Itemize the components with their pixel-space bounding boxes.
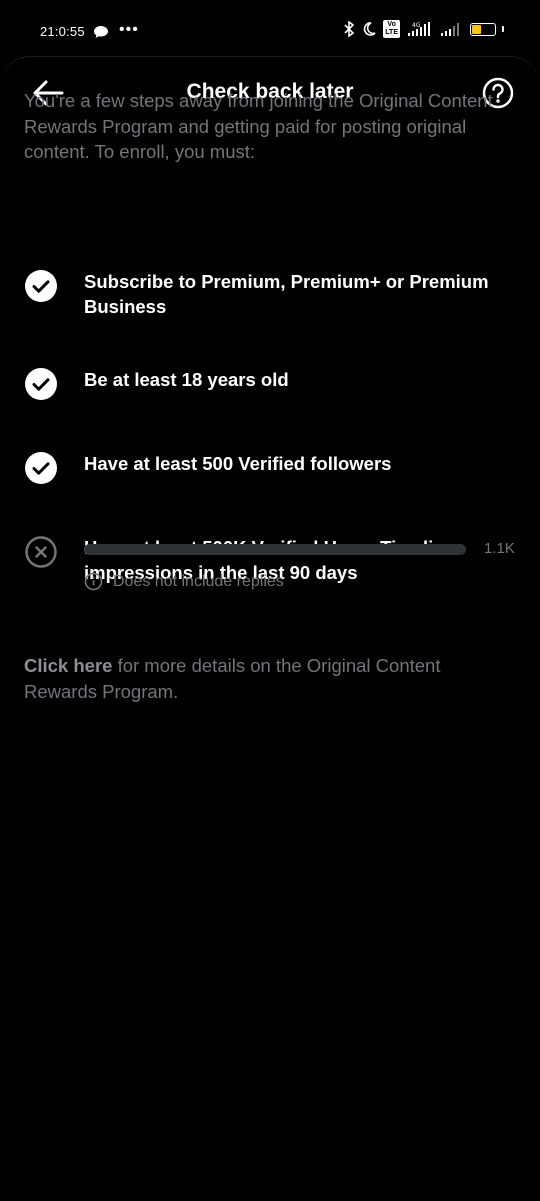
requirement-label: Have at least 500 Verified followers — [84, 453, 392, 474]
check-circle-icon — [25, 452, 57, 484]
battery-level — [472, 24, 481, 34]
battery-icon — [470, 22, 496, 36]
impressions-note: Does not include replies — [84, 572, 284, 591]
message-bubble-icon — [93, 25, 109, 39]
bluetooth-icon — [343, 21, 355, 37]
signal-icon — [440, 21, 464, 37]
svg-text:4G: 4G — [412, 22, 421, 29]
impressions-progress-bar — [84, 544, 466, 555]
impressions-value: 1.1K — [484, 540, 515, 557]
footer-text: Click here for more details on the Origi… — [24, 653, 514, 705]
status-icons: Vo LTE 4G — [343, 20, 504, 38]
check-circle-icon — [25, 270, 57, 302]
x-circle-icon — [25, 536, 57, 568]
info-icon — [84, 572, 103, 591]
intro-text: You're a few steps away from joining the… — [24, 90, 493, 162]
check-circle-icon — [25, 368, 57, 400]
volte-badge: Vo LTE — [383, 20, 400, 38]
app-screen: Check back later — [0, 56, 540, 1201]
signal-4g-icon: 4G — [406, 21, 434, 37]
requirement-label: Subscribe to Premium, Premium+ or Premiu… — [84, 271, 489, 317]
status-time: 21:0:55 — [40, 24, 85, 39]
more-notifications-icon: ••• — [119, 21, 139, 38]
click-here-link[interactable]: Click here — [24, 655, 112, 676]
note-text: Does not include replies — [113, 572, 284, 590]
requirement-label: Be at least 18 years old — [84, 369, 289, 390]
moon-icon — [361, 21, 377, 37]
status-bar: 21:0:55 ••• Vo LTE 4G — [0, 0, 540, 62]
battery-cap — [502, 26, 504, 32]
